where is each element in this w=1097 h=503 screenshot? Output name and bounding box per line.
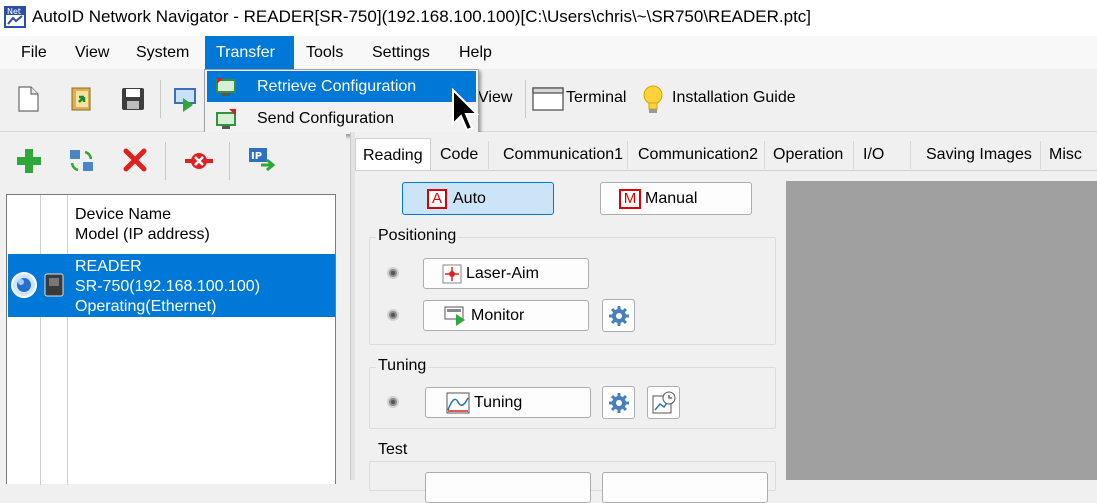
add-device-icon[interactable]	[14, 146, 44, 176]
reader-device-icon	[44, 273, 64, 297]
toolbar-separator	[525, 80, 526, 118]
new-file-icon[interactable]	[13, 84, 43, 114]
save-icon[interactable]	[118, 84, 148, 114]
tuning-radio[interactable]	[387, 396, 399, 408]
left-toolbar-separator	[229, 142, 230, 180]
tab-operation[interactable]: Operation	[766, 138, 850, 171]
auto-mode-label: Auto	[453, 190, 486, 207]
column-divider	[40, 195, 41, 485]
monitor-radio[interactable]	[387, 309, 399, 321]
device-row-reader[interactable]: READER SR-750(192.168.100.100) Operating…	[8, 254, 335, 317]
menu-item-retrieve-configuration[interactable]: Retrieve Configuration	[207, 71, 476, 102]
monitor-icon	[444, 306, 465, 326]
laser-aim-label: Laser-Aim	[466, 265, 539, 282]
menu-item-label: Send Configuration	[257, 110, 394, 127]
laser-aim-button[interactable]: Laser-Aim	[423, 258, 589, 289]
tab-communication1[interactable]: Communication1	[496, 138, 630, 171]
svg-text:Net: Net	[7, 7, 21, 16]
tab-misc[interactable]: Misc	[1042, 138, 1089, 171]
test-button-2[interactable]	[602, 472, 768, 503]
auto-icon: A	[427, 189, 447, 209]
ip-setting-icon[interactable]: IP	[247, 145, 277, 175]
terminal-icon[interactable]	[532, 86, 564, 112]
menu-settings[interactable]: Settings	[361, 36, 441, 69]
gear-icon	[609, 393, 629, 413]
image-display-area	[786, 181, 1097, 480]
device-list: Device Name Model (IP address) READER SR…	[6, 194, 336, 485]
tab-divider	[1040, 141, 1041, 169]
chart-clock-icon	[652, 391, 676, 414]
tab-communication2[interactable]: Communication2	[631, 138, 765, 171]
model-ip-header[interactable]: Model (IP address)	[75, 226, 210, 244]
monitor-settings-button[interactable]	[602, 299, 635, 332]
lightbulb-icon[interactable]	[641, 84, 665, 116]
toolbar-separator	[160, 80, 161, 118]
positioning-title: Positioning	[376, 227, 459, 245]
tab-code[interactable]: Code	[433, 138, 485, 171]
column-divider	[67, 195, 68, 485]
mouse-pointer-icon	[452, 88, 480, 132]
tab-divider	[627, 141, 628, 169]
menu-view[interactable]: View	[64, 36, 120, 69]
window-title: AutoID Network Navigator - READER[SR-750…	[32, 7, 812, 26]
menu-item-send-configuration[interactable]: Send Configuration	[207, 103, 476, 134]
manual-icon: M	[619, 189, 641, 209]
tab-divider	[910, 141, 911, 169]
title-bar: Net AutoID Network Navigator - READER[SR…	[0, 0, 1097, 36]
manual-mode-button[interactable]: M Manual	[600, 182, 752, 215]
device-name: READER	[75, 258, 142, 275]
tab-reading[interactable]: Reading	[355, 138, 431, 171]
tuning-icon	[446, 392, 470, 414]
tab-divider	[488, 141, 489, 169]
tuning-history-button[interactable]	[647, 386, 680, 419]
tab-divider	[853, 141, 854, 169]
tuning-button[interactable]: Tuning	[425, 387, 591, 418]
svg-text:IP: IP	[251, 151, 262, 162]
menu-tools[interactable]: Tools	[295, 36, 354, 69]
view-button-label[interactable]: View	[478, 89, 512, 107]
manual-mode-label: Manual	[645, 190, 698, 207]
send-config-icon	[216, 109, 236, 129]
tab-divider	[764, 141, 765, 169]
refresh-devices-icon[interactable]	[67, 146, 97, 176]
device-name-header[interactable]: Device Name	[75, 206, 171, 224]
retrieve-config-icon	[216, 78, 236, 96]
tab-saving-images[interactable]: Saving Images	[919, 138, 1039, 171]
menu-item-label: Retrieve Configuration	[257, 78, 417, 95]
status-sphere-icon	[11, 272, 37, 298]
device-model-ip: SR-750(192.168.100.100)	[75, 278, 261, 295]
net-app-icon: Net	[4, 6, 26, 28]
terminal-button-label[interactable]: Terminal	[566, 89, 626, 107]
test-button-1[interactable]	[425, 472, 591, 503]
laser-aim-radio[interactable]	[387, 267, 399, 279]
monitor-label: Monitor	[471, 307, 525, 324]
laser-aim-icon	[442, 264, 462, 284]
transfer-menu: Retrieve Configuration Send Configuratio…	[204, 69, 479, 135]
auto-mode-button[interactable]: A Auto	[402, 182, 554, 215]
menu-transfer[interactable]: Transfer	[205, 36, 294, 69]
monitor-button[interactable]: Monitor	[423, 300, 589, 331]
menu-help[interactable]: Help	[448, 36, 503, 69]
device-status: Operating(Ethernet)	[75, 298, 217, 315]
left-toolbar-separator	[165, 142, 166, 180]
tuning-settings-button[interactable]	[602, 386, 635, 419]
monitor-play-icon[interactable]	[171, 84, 201, 114]
delete-device-icon[interactable]	[121, 146, 149, 174]
menu-system[interactable]: System	[125, 36, 200, 69]
tab-io[interactable]: I/O	[856, 138, 891, 171]
tuning-title: Tuning	[376, 357, 429, 375]
open-file-icon[interactable]	[67, 84, 97, 114]
test-title: Test	[376, 441, 410, 459]
menu-bar: File View System Transfer Tools Settings…	[0, 36, 1097, 69]
menu-file[interactable]: File	[10, 36, 58, 69]
tuning-label: Tuning	[474, 394, 523, 411]
gear-icon	[609, 306, 629, 326]
disconnect-icon[interactable]	[183, 146, 215, 176]
installation-guide-button-label[interactable]: Installation Guide	[672, 89, 796, 107]
